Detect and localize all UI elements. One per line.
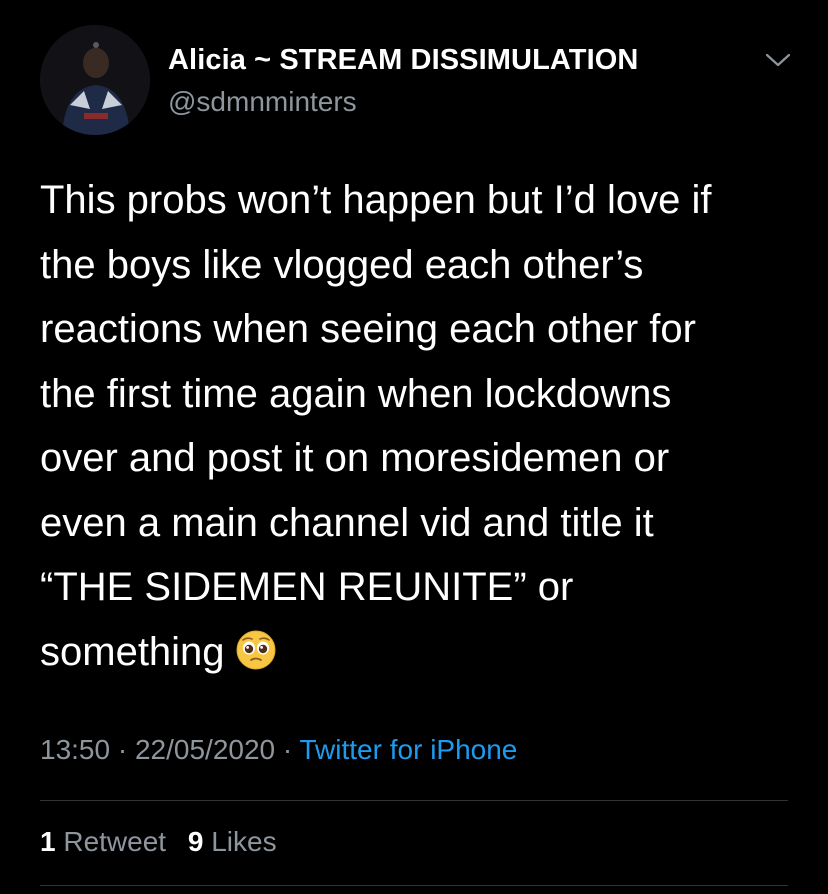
- tweet-text: This probs won’t happen but I’d love if …: [40, 168, 800, 684]
- tweet-date[interactable]: 22/05/2020: [135, 734, 275, 765]
- tweet-time[interactable]: 13:50: [40, 734, 110, 765]
- tweet-detail: Alicia ~ STREAM DISSIMULATION @sdmnminte…: [0, 0, 828, 894]
- avatar[interactable]: [40, 25, 150, 135]
- tweet-text-line: even a main channel vid and title it: [40, 500, 654, 545]
- retweets-label: Retweet: [63, 826, 167, 857]
- pleading-face-emoji-icon: [236, 630, 276, 669]
- tweet-text-line: reactions when seeing each other for: [40, 307, 696, 351]
- tweet-text-line: This probs won’t happen but I’d love if: [40, 178, 712, 222]
- tweet-text-line: the boys like vlogged each other’s: [40, 242, 644, 287]
- tweet-text-line: something: [40, 629, 225, 674]
- tweet-text-line: over and post it on moresidemen or: [40, 436, 670, 480]
- tweet-source-link[interactable]: Twitter for iPhone: [300, 734, 518, 765]
- tweet-text-line: “THE SIDEMEN REUNITE” or: [40, 565, 574, 609]
- likes-label: Likes: [211, 826, 277, 857]
- tweet-meta: 13:50 · 22/05/2020 · Twitter for iPhone: [40, 734, 517, 766]
- meta-separator: ·: [117, 734, 128, 765]
- avatar-image: [40, 25, 150, 135]
- divider: [40, 885, 788, 886]
- tweet-text-line: the first time again when lockdowns: [40, 371, 672, 416]
- likes-stat[interactable]: 9 Likes: [188, 826, 277, 858]
- divider: [40, 800, 788, 801]
- author-handle[interactable]: @sdmnminters: [168, 86, 357, 118]
- retweets-count: 1: [40, 826, 56, 857]
- tweet-stats: 1 Retweet 9 Likes: [40, 826, 291, 858]
- retweets-stat[interactable]: 1 Retweet: [40, 826, 166, 858]
- tweet-text-last-line: something: [40, 620, 800, 685]
- author-display-name[interactable]: Alicia ~ STREAM DISSIMULATION: [168, 44, 638, 77]
- meta-separator: ·: [282, 734, 293, 765]
- chevron-down-icon[interactable]: [764, 50, 792, 70]
- likes-count: 9: [187, 826, 204, 857]
